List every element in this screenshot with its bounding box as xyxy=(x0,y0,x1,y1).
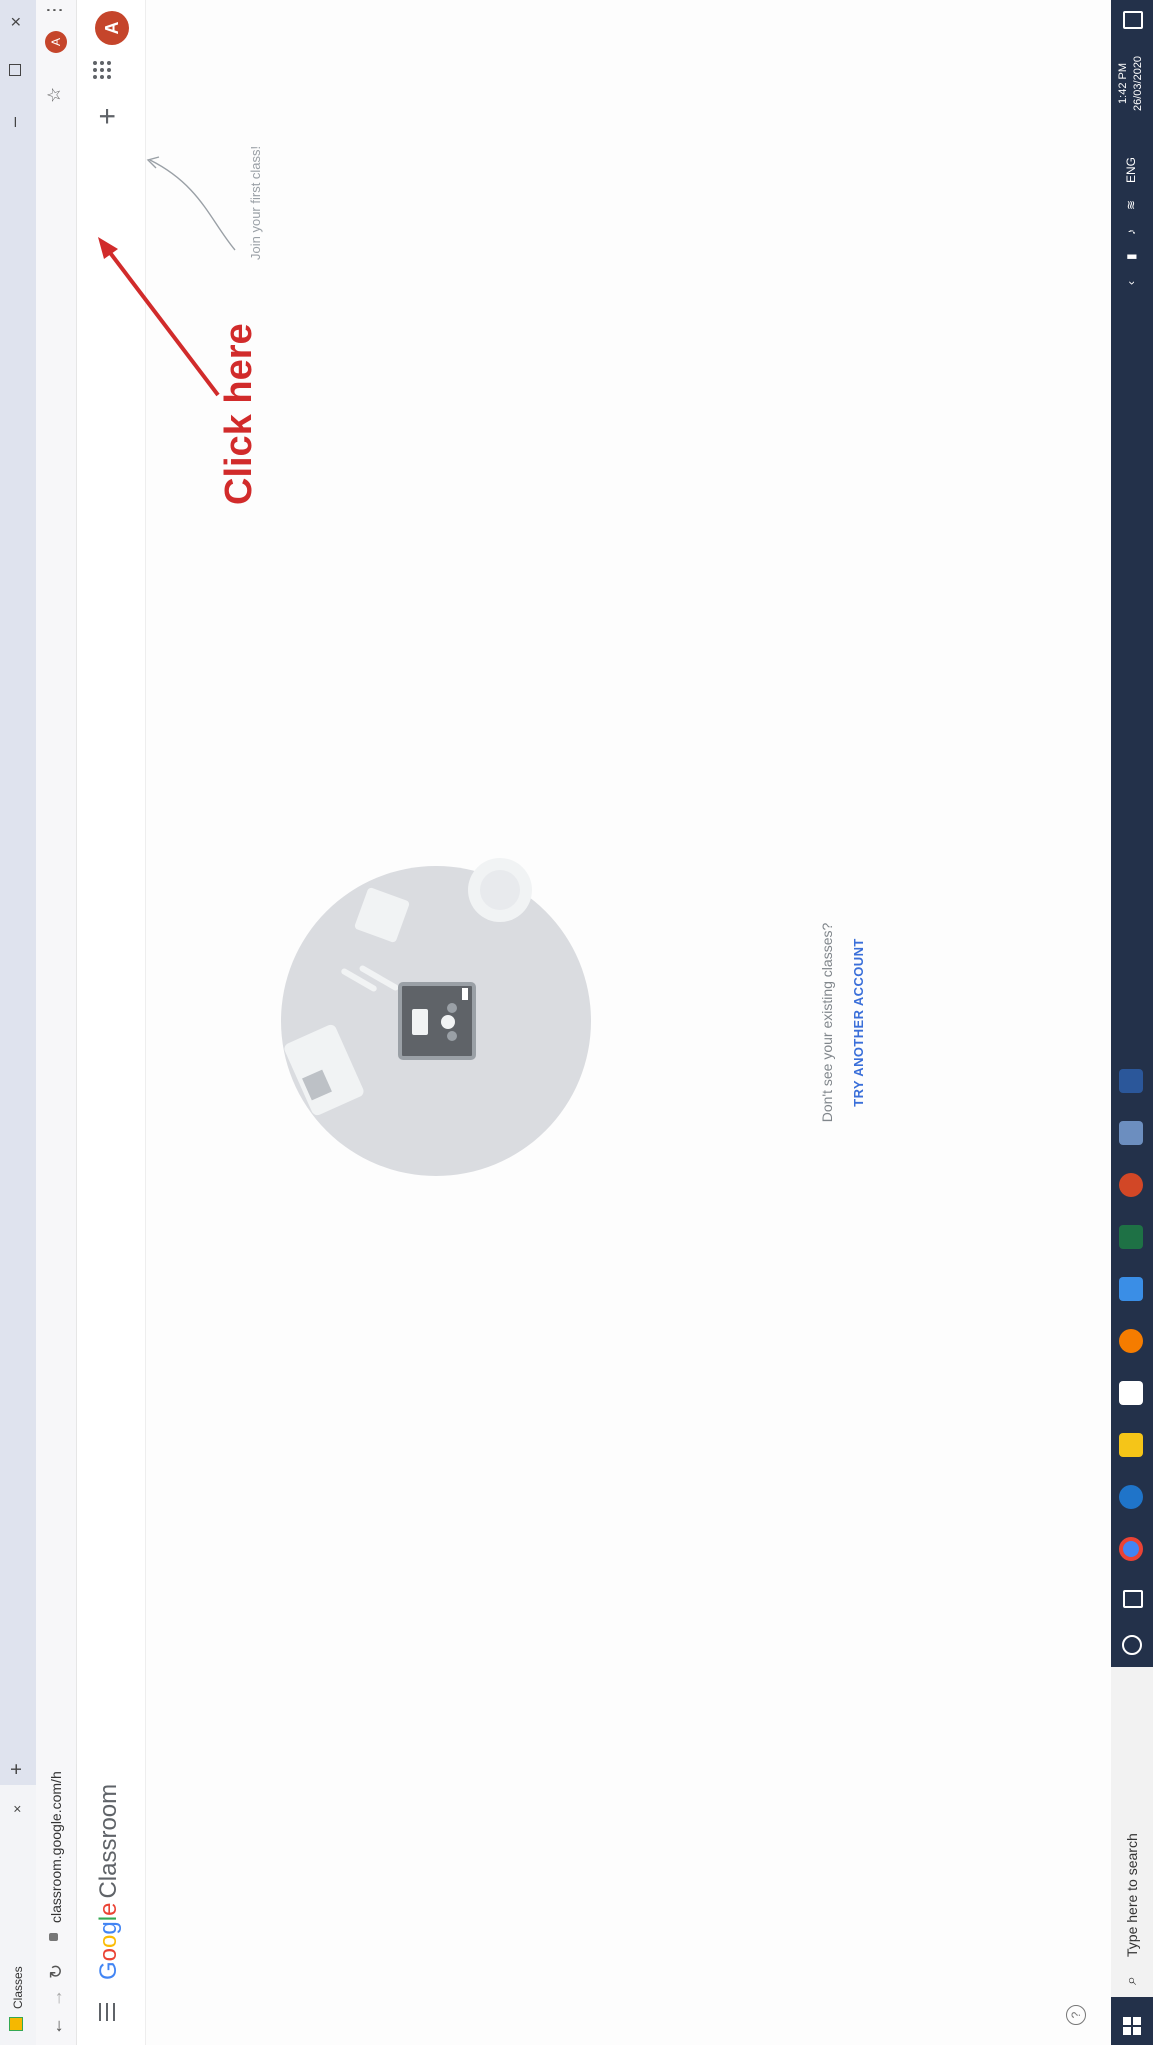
search-placeholder: Type here to search xyxy=(1124,1833,1140,1957)
windows-start-icon[interactable] xyxy=(1123,2017,1141,2035)
photos-icon[interactable] xyxy=(1119,1277,1143,1301)
language-indicator[interactable]: ENG xyxy=(1124,157,1138,183)
clock-time: 1:42 PM xyxy=(1117,62,1129,104)
powerpoint-icon[interactable] xyxy=(1119,1173,1143,1197)
try-another-account-button[interactable]: TRY ANOTHER ACCOUNT xyxy=(851,0,866,2045)
store-icon[interactable] xyxy=(1119,1381,1143,1405)
wifi-icon[interactable]: ≋ xyxy=(1124,200,1138,210)
rotated-screenshot: Classes × + – × ← → ↻ classroom.google.c… xyxy=(0,0,1153,2045)
edge-icon[interactable] xyxy=(1119,1485,1143,1509)
task-view-icon[interactable] xyxy=(1123,1590,1143,1608)
file-explorer-icon[interactable] xyxy=(1119,1433,1143,1457)
word-icon[interactable] xyxy=(1119,1069,1143,1093)
cortana-icon[interactable] xyxy=(1122,1635,1142,1655)
search-icon: ⌕ xyxy=(1123,1976,1140,1985)
chrome-icon[interactable] xyxy=(1119,1537,1143,1561)
battery-icon[interactable]: ▮ xyxy=(1124,253,1138,260)
windows-taskbar: ⌕ Type here to search ‹ ▮ ♪ ≋ ENG 1:42 P… xyxy=(1111,0,1153,2045)
clock-date: 26/03/2020 xyxy=(1132,55,1144,111)
excel-icon[interactable] xyxy=(1119,1225,1143,1249)
action-center-icon[interactable] xyxy=(1123,11,1143,29)
help-icon[interactable]: ? xyxy=(1066,2005,1086,2025)
taskbar-search-box[interactable]: ⌕ Type here to search xyxy=(1111,1667,1153,1997)
empty-classes-illustration xyxy=(281,858,591,1176)
empty-state-question: Don't see your existing classes? xyxy=(819,922,835,1123)
paint-icon[interactable] xyxy=(1119,1121,1143,1145)
taskbar-clock[interactable]: 1:42 PM 26/03/2020 xyxy=(1116,56,1146,111)
volume-icon[interactable]: ♪ xyxy=(1124,229,1138,235)
show-hidden-icons-chevron-icon[interactable]: ‹ xyxy=(1124,281,1138,285)
firefox-icon[interactable] xyxy=(1119,1329,1143,1353)
